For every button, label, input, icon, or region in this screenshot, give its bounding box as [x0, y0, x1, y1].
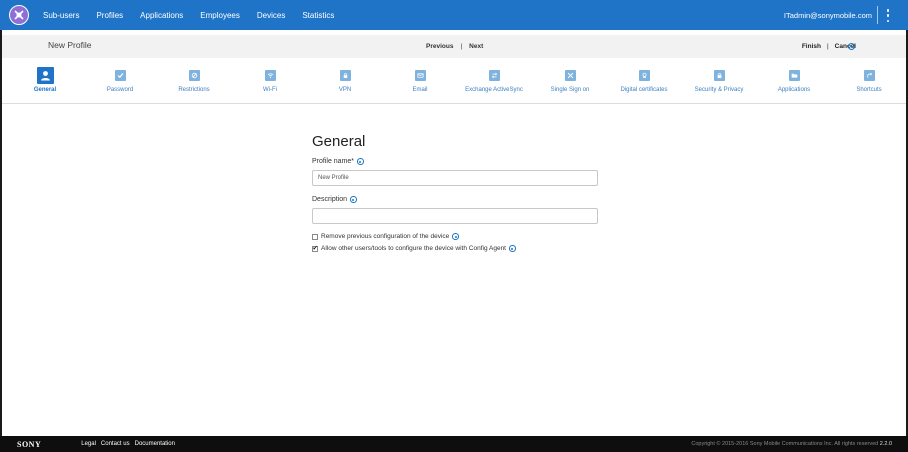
email-icon: [414, 70, 426, 81]
footer-link-contact[interactable]: Contact us: [101, 441, 130, 447]
nav-applications[interactable]: Applications: [140, 11, 183, 20]
nav-sub-users[interactable]: Sub-users: [43, 11, 79, 20]
remove-config-label: Remove previous configuration of the dev…: [321, 233, 450, 240]
finish-button[interactable]: Finish: [802, 43, 821, 50]
step-label: VPN: [338, 87, 352, 93]
step-label: Single Sign on: [550, 87, 590, 93]
step-label: Applications: [777, 87, 811, 93]
profile-name-label-text: Profile name: [312, 158, 352, 165]
certificate-icon: [638, 70, 650, 81]
nav-divider: [877, 6, 878, 24]
step-label: Email: [412, 87, 428, 93]
lock-icon: [713, 70, 725, 81]
help-icon[interactable]: [357, 158, 364, 165]
more-options-icon[interactable]: [886, 9, 890, 22]
wifi-icon: [264, 70, 276, 81]
help-icon[interactable]: [509, 245, 516, 252]
step-label: Restrictions: [178, 87, 210, 93]
divider: [2, 103, 906, 104]
remove-config-checkbox[interactable]: [312, 233, 318, 240]
allow-others-checkbox[interactable]: [312, 244, 318, 252]
profile-header-bar: New Profile Previous | Next Finish | Cancel: [2, 35, 906, 58]
remove-config-option: Remove previous configuration of the dev…: [312, 233, 602, 240]
version-number: 2.2.0: [879, 441, 892, 447]
step-label: General: [33, 87, 57, 93]
copyright-notice: Copyright © 2015-2016 Sony Mobile Commun…: [691, 441, 879, 447]
user-icon: [36, 67, 54, 84]
help-icon[interactable]: [350, 196, 357, 203]
nav-statistics[interactable]: Statistics: [302, 11, 334, 20]
step-label: Wi-Fi: [263, 87, 277, 93]
restrictions-icon: [188, 70, 200, 81]
footer: SONY Legal Contact us Documentation Copy…: [0, 436, 908, 452]
help-icon[interactable]: [452, 233, 459, 240]
required-mark: *: [351, 158, 355, 165]
nav-devices[interactable]: Devices: [257, 11, 285, 20]
description-label: Description: [312, 196, 602, 203]
general-form: General Profile name * New Profile Descri…: [312, 133, 602, 252]
page-title: New Profile: [48, 40, 92, 50]
next-button[interactable]: Next: [469, 43, 483, 50]
sony-logo: SONY: [17, 439, 42, 449]
top-navigation-bar: Sub-users Profiles Applications Employee…: [0, 0, 908, 30]
section-heading: General: [312, 133, 366, 150]
nav-profiles[interactable]: Profiles: [96, 11, 123, 20]
profile-name-input[interactable]: New Profile: [312, 170, 598, 186]
allow-others-option: Allow other users/tools to configure the…: [312, 244, 602, 252]
nav-employees[interactable]: Employees: [200, 11, 240, 20]
step-label: Security & Privacy: [694, 87, 744, 93]
description-label-text: Description: [312, 196, 348, 203]
step-label: Password: [106, 87, 134, 93]
vpn-icon: [339, 70, 351, 81]
shortcut-icon: [863, 70, 875, 81]
wizard-navigation: Previous | Next: [426, 43, 483, 50]
separator: |: [826, 43, 829, 50]
description-input[interactable]: [312, 208, 598, 224]
user-account[interactable]: ITadmin@sonymobile.com: [784, 0, 872, 30]
step-label: Digital certificates: [620, 87, 668, 93]
profile-name-label: Profile name *: [312, 158, 602, 165]
previous-button[interactable]: Previous: [426, 43, 453, 50]
app-logo-icon[interactable]: [9, 5, 29, 25]
profile-steps: General Password Restrictions Wi-Fi VPN …: [2, 62, 906, 102]
allow-others-label: Allow other users/tools to configure the…: [321, 245, 506, 252]
copyright-text: Copyright © 2015-2016 Sony Mobile Commun…: [691, 441, 892, 447]
step-label: Shortcuts: [856, 87, 882, 93]
password-check-icon: [114, 70, 126, 81]
step-shortcuts[interactable]: Shortcuts: [824, 62, 908, 93]
sso-icon: [564, 70, 576, 81]
footer-link-documentation[interactable]: Documentation: [135, 441, 175, 447]
exchange-icon: [488, 70, 500, 81]
separator: |: [460, 43, 463, 50]
help-icon[interactable]: [848, 43, 855, 50]
folder-icon: [788, 70, 800, 81]
footer-link-legal[interactable]: Legal: [81, 441, 96, 447]
step-label: Exchange ActiveSync: [465, 87, 523, 93]
